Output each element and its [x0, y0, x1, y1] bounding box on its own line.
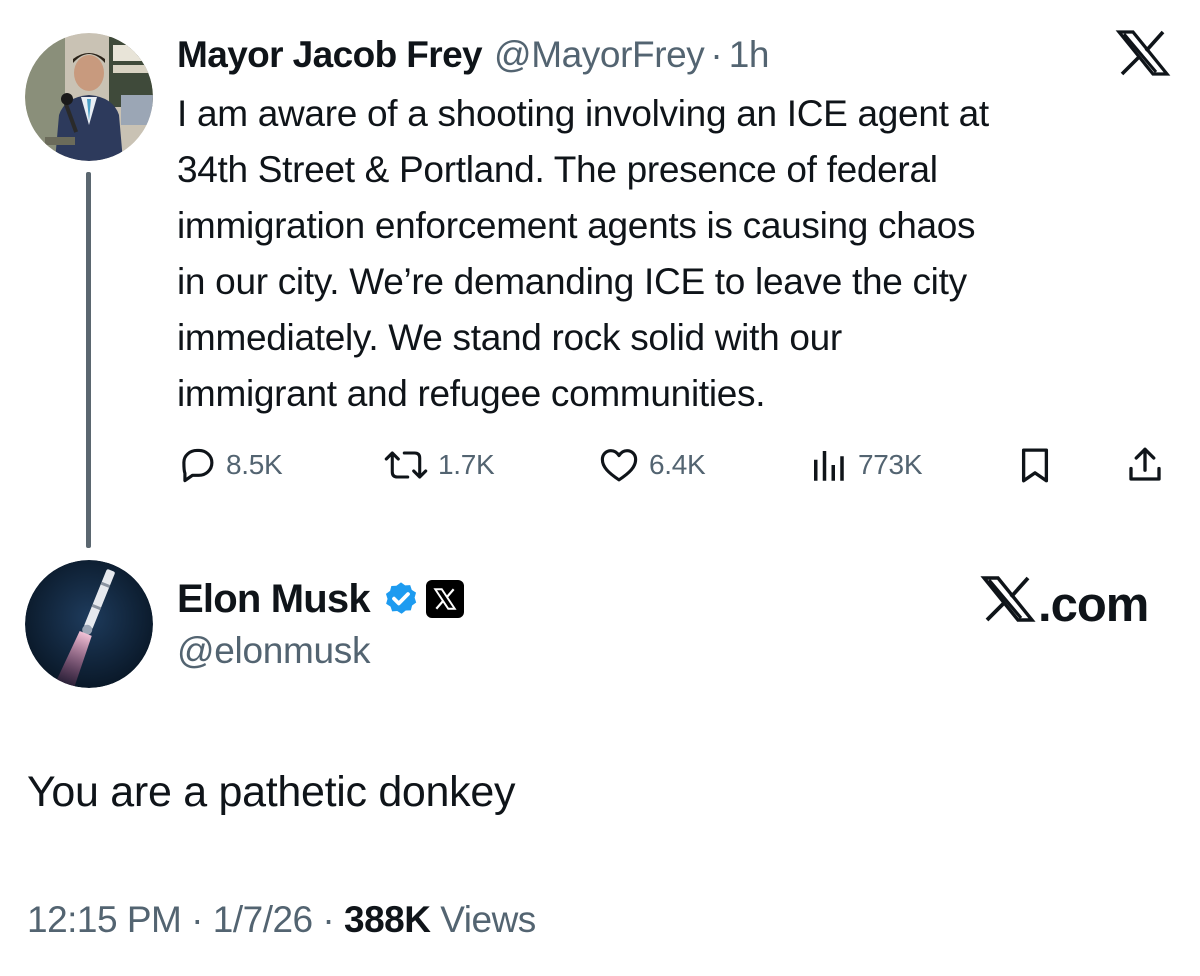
tweet-header: Mayor Jacob Frey @MayorFrey · 1h: [177, 30, 769, 80]
views-button[interactable]: 773K: [806, 440, 923, 490]
share-icon: [1124, 444, 1166, 486]
avatar-elon-musk[interactable]: [25, 560, 153, 688]
repost-button[interactable]: 1.7K: [382, 440, 495, 490]
author-handle[interactable]: @MayorFrey: [494, 30, 705, 80]
bookmark-icon: [1014, 444, 1056, 486]
thread-connector-line: [86, 172, 91, 548]
avatar-mayor-frey[interactable]: [25, 33, 153, 161]
heart-icon: [597, 444, 641, 486]
reply-author-name[interactable]: Elon Musk: [177, 577, 371, 622]
reply-author-row: Elon Musk: [177, 573, 464, 625]
like-button[interactable]: 6.4K: [597, 440, 706, 490]
header-separator: ·: [710, 34, 723, 75]
x-com-brand: .com: [980, 576, 1149, 634]
x-logo-icon: [1115, 30, 1171, 76]
author-name[interactable]: Mayor Jacob Frey: [177, 30, 483, 80]
meta-separator: ·: [322, 899, 335, 940]
reply-count: 8.5K: [226, 449, 283, 480]
meta-separator: ·: [191, 899, 203, 940]
reply-views-count: 388K: [344, 899, 431, 940]
tweet-action-bar: 8.5K 1.7K 6.4K 773K: [172, 440, 1172, 490]
reply-button[interactable]: 8.5K: [176, 440, 283, 490]
reply-meta: 12:15 PM · 1/7/26 · 388K Views: [27, 892, 536, 948]
tweet-time[interactable]: 1h: [729, 30, 770, 80]
tweet-body-text: I am aware of a shooting involving an IC…: [177, 93, 989, 414]
views-count: 773K: [858, 449, 923, 480]
reply-icon: [176, 444, 218, 486]
verified-badge-icon[interactable]: [382, 580, 420, 618]
x-affiliate-badge-icon[interactable]: [425, 580, 464, 618]
reply-date[interactable]: 1/7/26: [213, 899, 313, 940]
reply-author-handle[interactable]: @elonmusk: [177, 625, 371, 677]
reply-time[interactable]: 12:15 PM: [27, 899, 182, 940]
bookmark-button[interactable]: [1014, 440, 1056, 490]
share-button[interactable]: [1124, 440, 1166, 490]
site-label: .com: [1038, 578, 1149, 632]
reply-body-text: You are a pathetic donkey: [27, 768, 516, 816]
x-logo-icon: [980, 576, 1038, 634]
repost-count: 1.7K: [438, 449, 495, 480]
bar-chart-icon: [806, 444, 850, 486]
like-count: 6.4K: [649, 449, 706, 480]
repost-icon: [382, 444, 430, 486]
reply-views-label: Views: [440, 899, 536, 940]
